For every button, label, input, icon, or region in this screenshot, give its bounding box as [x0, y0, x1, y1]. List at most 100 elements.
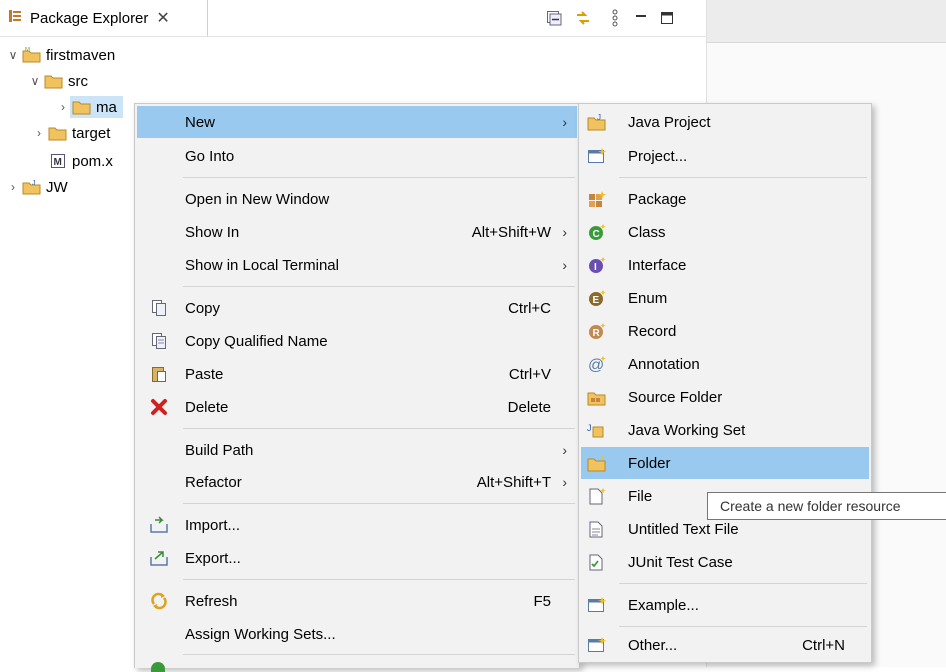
class-icon: C: [587, 222, 607, 242]
tree-item-firstmaven[interactable]: ∨ M firstmaven: [6, 44, 116, 66]
project-icon: [587, 146, 607, 166]
chevron-right-icon[interactable]: ›: [56, 100, 70, 114]
java-working-set-icon: J: [587, 420, 607, 440]
example-icon: [587, 595, 607, 615]
submenu-item-example[interactable]: Example...: [581, 589, 869, 621]
menu-item-go-into[interactable]: Go Into: [137, 140, 577, 172]
menu-item-new[interactable]: New ›: [137, 106, 577, 138]
menu-item-label: Paste: [185, 365, 224, 383]
chevron-right-icon[interactable]: ›: [6, 180, 20, 194]
chevron-right-icon: ›: [562, 114, 567, 130]
tree-item-label: firstmaven: [46, 46, 116, 64]
tree-item-label: target: [72, 124, 111, 142]
chevron-down-icon[interactable]: ∨: [6, 48, 20, 62]
svg-text:@: @: [588, 357, 604, 373]
menu-item-label: Open in New Window: [185, 190, 330, 208]
chevron-down-icon[interactable]: ∨: [28, 74, 42, 88]
chevron-right-icon[interactable]: ›: [32, 126, 46, 140]
menu-item-label: Class: [628, 223, 666, 241]
menu-item-import[interactable]: Import...: [137, 509, 577, 541]
selected-tree-item[interactable]: ma: [70, 96, 123, 118]
tree-item-label: JW: [46, 178, 68, 196]
view-menu-icon[interactable]: [606, 9, 624, 27]
submenu-item-java-working-set[interactable]: J Java Working Set: [581, 414, 869, 446]
menu-item-assign-working-sets[interactable]: Assign Working Sets...: [137, 618, 577, 650]
file-icon: [587, 486, 607, 506]
menu-item-label: Package: [628, 190, 687, 208]
maximize-icon[interactable]: [658, 9, 676, 27]
menu-item-show-in-local-terminal[interactable]: Show in Local Terminal ›: [137, 249, 577, 281]
submenu-item-other[interactable]: Other... Ctrl+N: [581, 629, 869, 661]
menu-item-copy[interactable]: Copy Ctrl+C: [137, 292, 577, 324]
tree-item-label: pom.x: [72, 152, 113, 170]
submenu-item-interface[interactable]: I Interface: [581, 249, 869, 281]
menu-item-show-in[interactable]: Show In Alt+Shift+W ›: [137, 216, 577, 248]
submenu-item-source-folder[interactable]: Source Folder: [581, 381, 869, 413]
menu-item-export[interactable]: Export...: [137, 542, 577, 574]
submenu-item-record[interactable]: R Record: [581, 315, 869, 347]
menu-item-label: Untitled Text File: [628, 520, 739, 538]
menu-separator: [183, 503, 575, 504]
partial-menu-item-icon: [151, 662, 165, 672]
annotation-icon: @: [587, 354, 607, 374]
folder-icon: [44, 73, 64, 89]
menu-separator: [183, 654, 575, 655]
close-icon[interactable]: ✕: [156, 8, 169, 28]
paste-icon: [149, 364, 169, 384]
tree-item-label: ma: [96, 98, 117, 116]
submenu-item-package[interactable]: Package: [581, 183, 869, 215]
menu-item-open-in-new-window[interactable]: Open in New Window: [137, 183, 577, 215]
menu-item-label: Delete: [185, 398, 229, 416]
menu-item-label: Project...: [628, 147, 688, 165]
submenu-item-annotation[interactable]: @ Annotation: [581, 348, 869, 380]
submenu-item-enum[interactable]: E Enum: [581, 282, 869, 314]
chevron-right-icon: ›: [562, 224, 567, 240]
submenu-item-project[interactable]: Project...: [581, 140, 869, 172]
menu-item-accelerator: Ctrl+C: [508, 299, 551, 317]
menu-item-build-path[interactable]: Build Path ›: [137, 434, 577, 466]
menu-item-refactor[interactable]: Refactor Alt+Shift+T ›: [137, 466, 577, 498]
menu-item-label: Import...: [185, 516, 241, 534]
menu-item-label: Record: [628, 322, 677, 340]
interface-icon: I: [587, 255, 607, 275]
tooltip-text: Create a new folder resource: [720, 498, 901, 514]
menu-item-refresh[interactable]: Refresh F5: [137, 585, 577, 617]
svg-text:J: J: [597, 113, 601, 122]
menu-item-delete[interactable]: Delete Delete: [137, 391, 577, 423]
menu-item-label: File: [628, 487, 653, 505]
java-project-icon: J: [587, 112, 607, 132]
menu-separator: [619, 177, 867, 178]
collapse-all-icon[interactable]: [545, 9, 563, 27]
tree-item-target[interactable]: › target: [32, 122, 110, 144]
submenu-item-folder[interactable]: Folder: [581, 447, 869, 479]
menu-item-label: Annotation: [628, 355, 700, 373]
tree-item-main[interactable]: › ma: [56, 96, 123, 118]
minimize-icon[interactable]: [632, 9, 650, 27]
tree-item-pom[interactable]: M pom.x: [46, 150, 113, 172]
refresh-icon: [149, 591, 169, 611]
menu-item-accelerator: Alt+Shift+T: [476, 473, 551, 491]
folder-icon: [48, 125, 68, 141]
menu-item-label: Assign Working Sets...: [185, 625, 336, 643]
menu-item-paste[interactable]: Paste Ctrl+V: [137, 358, 577, 390]
submenu-item-class[interactable]: C Class: [581, 216, 869, 248]
menu-item-label: New: [185, 113, 216, 131]
menu-item-label: Build Path: [185, 441, 254, 459]
menu-separator: [619, 583, 867, 584]
menu-item-copy-qualified-name[interactable]: Copy Qualified Name: [137, 325, 577, 357]
export-icon: [149, 548, 169, 568]
maven-project-icon: M: [22, 47, 42, 63]
link-with-editor-icon[interactable]: [574, 9, 592, 27]
tree-item-src[interactable]: ∨ src: [28, 70, 88, 92]
copy-icon: [149, 298, 169, 318]
record-icon: R: [587, 321, 607, 341]
menu-item-label: Interface: [628, 256, 687, 274]
svg-text:M: M: [54, 157, 62, 168]
submenu-item-junit-test-case[interactable]: JUnit Test Case: [581, 546, 869, 578]
menu-item-accelerator: Delete: [507, 398, 551, 416]
tree-item-jw[interactable]: › J JW: [6, 176, 68, 198]
chevron-right-icon: ›: [562, 474, 567, 490]
menu-item-label: JUnit Test Case: [628, 553, 733, 571]
submenu-item-java-project[interactable]: J Java Project: [581, 106, 869, 138]
package-explorer-tab[interactable]: Package Explorer ✕: [0, 0, 208, 36]
